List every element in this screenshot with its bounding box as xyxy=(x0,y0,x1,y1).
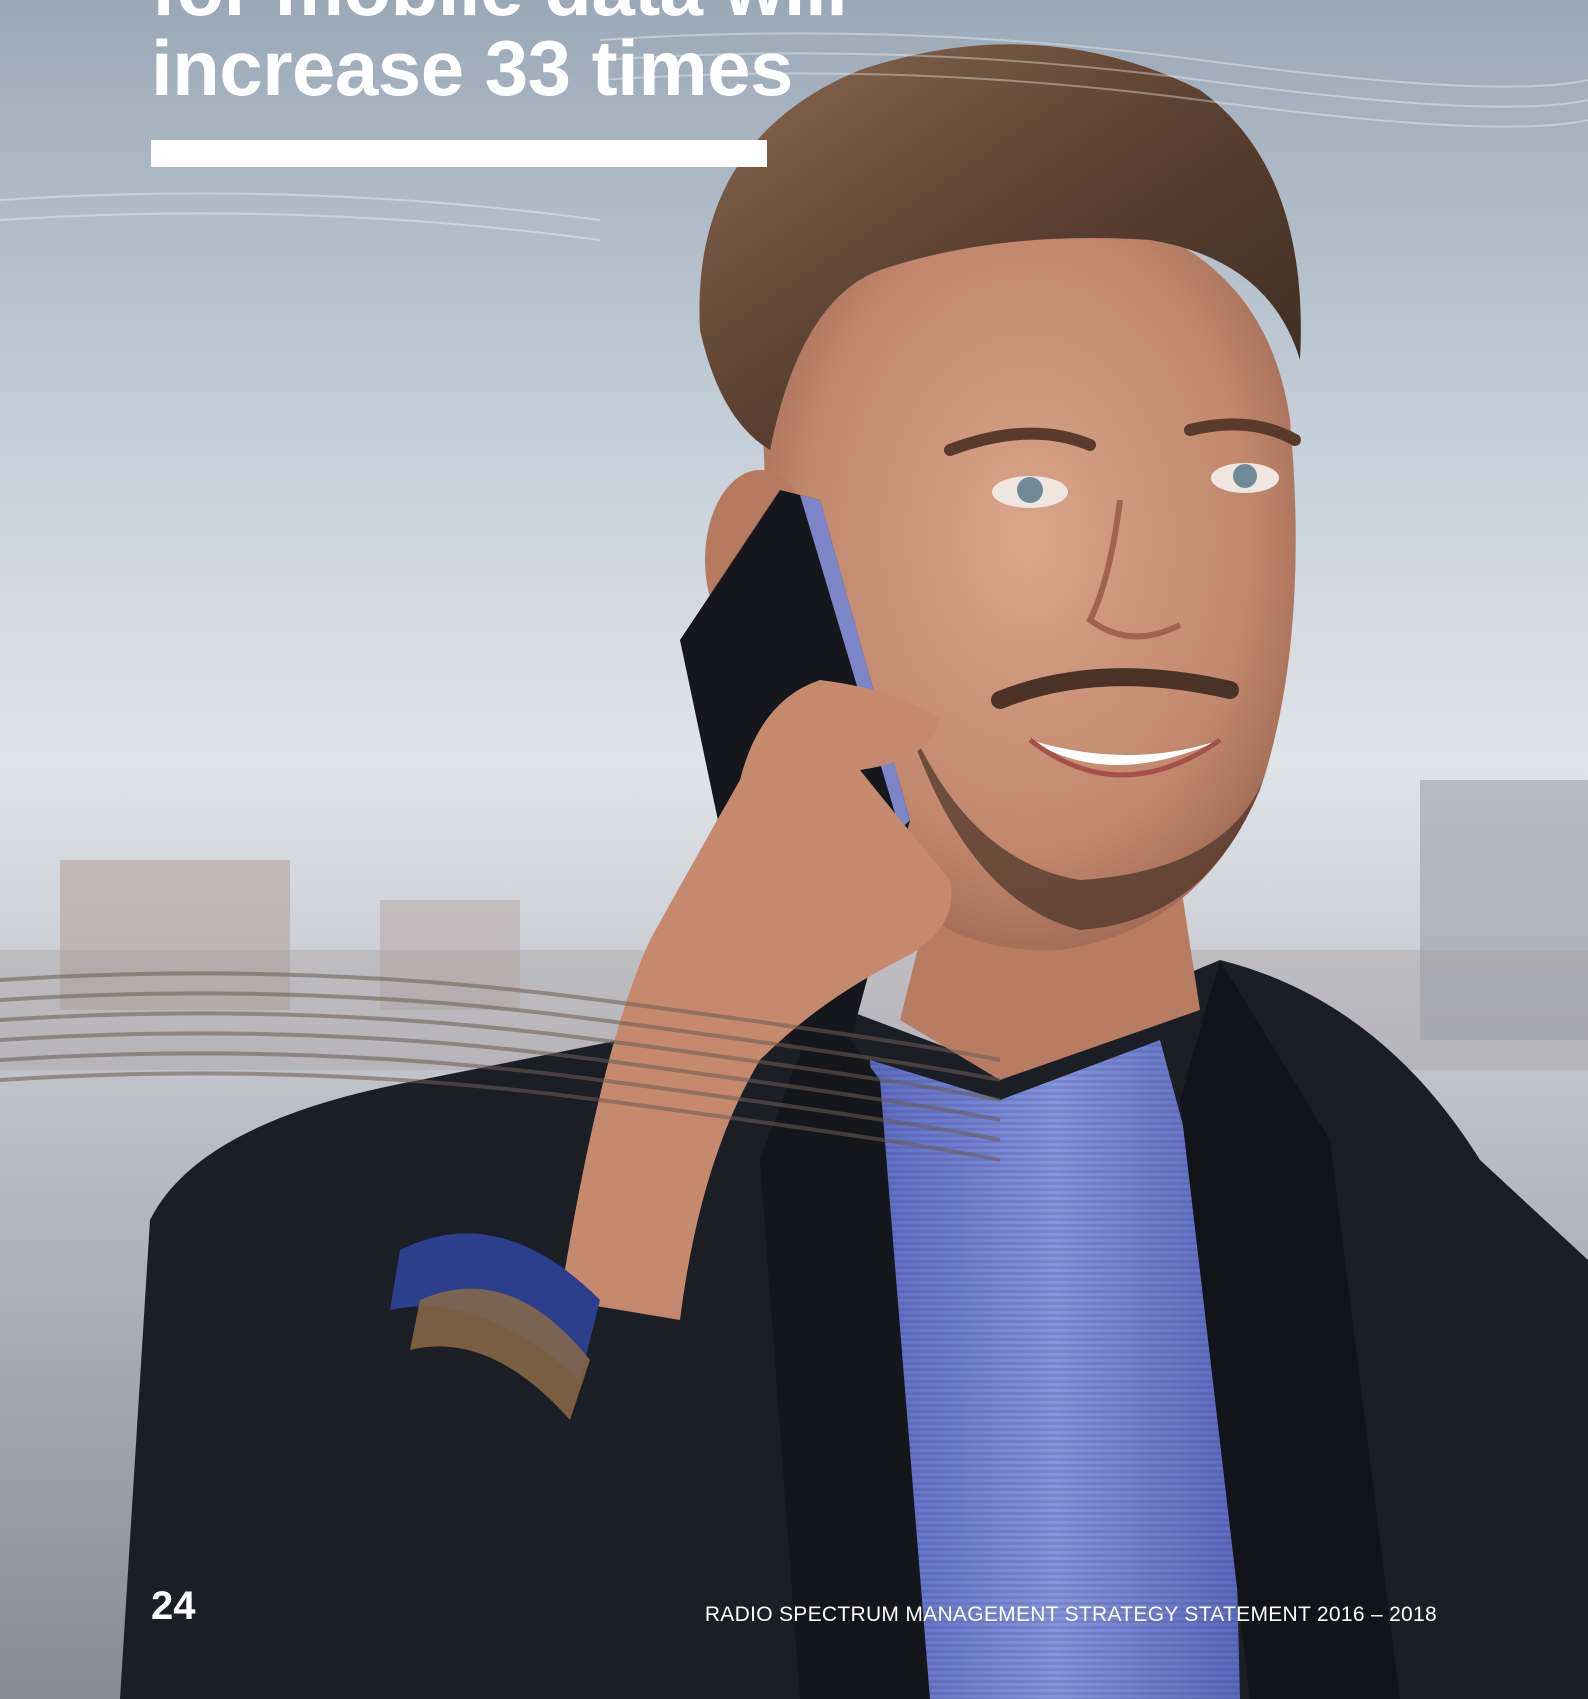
running-footer: RADIO SPECTRUM MANAGEMENT STRATEGY STATE… xyxy=(704,1603,1437,1626)
man-on-phone-photo xyxy=(0,0,1588,1699)
headline-line-2: increase 33 times xyxy=(151,24,793,112)
document-page: for mobile data will increase 33 times 2… xyxy=(0,0,1588,1699)
page-number: 24 xyxy=(151,1584,196,1628)
headline-rule xyxy=(151,140,767,167)
headline: for mobile data will increase 33 times xyxy=(151,0,851,108)
